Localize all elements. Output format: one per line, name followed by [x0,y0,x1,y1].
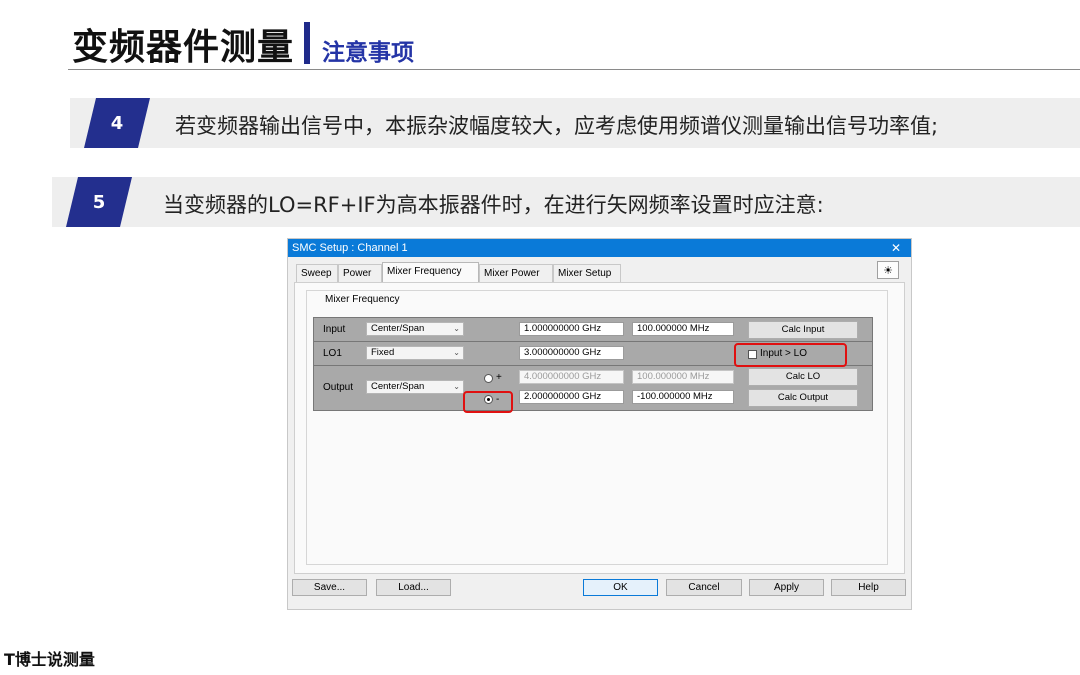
output-label: Output [323,382,354,393]
ok-button[interactable]: OK [583,579,658,596]
output-plus-radio[interactable] [484,374,493,383]
output-plus-center-field: 4.000000000 GHz [519,370,624,384]
lo1-freq-field[interactable]: 3.000000000 GHz [519,346,624,360]
chevron-down-icon: ⌄ [453,324,460,333]
group-label: Mixer Frequency [323,294,402,305]
tab-sweep[interactable]: Sweep [296,264,338,282]
watermark: T博士说测量 [4,650,95,669]
tab-mixer-power[interactable]: Mixer Power [479,264,553,282]
highlight-input-gt-lo [734,343,847,367]
slide-title: 变频器件测量 [72,27,295,68]
input-label: Input [323,324,346,335]
chevron-down-icon: ⌄ [453,382,460,391]
input-mode-select[interactable]: Center/Span ⌄ [366,322,464,336]
input-center-field[interactable]: 1.000000000 GHz [519,322,624,336]
calc-lo-button[interactable]: Calc LO [748,368,858,386]
title-underline [68,69,1080,70]
input-span-field[interactable]: 100.000000 MHz [632,322,734,336]
tab-mixer-setup[interactable]: Mixer Setup [553,264,621,282]
output-plus-label: + [496,372,502,383]
output-minus-center-field[interactable]: 2.000000000 GHz [519,390,624,404]
help-button[interactable]: Help [831,579,906,596]
output-mode-value: Center/Span [371,381,425,392]
highlight-minus-radio [463,391,513,413]
lo1-mode-select[interactable]: Fixed ⌄ [366,346,464,360]
title-divider [304,22,310,64]
load-button[interactable]: Load... [376,579,451,596]
row-divider [314,341,872,342]
note-text: 若变频器输出信号中，本振杂波幅度较大，应考虑使用频谱仪测量输出信号功率值; [175,114,939,138]
lo1-label: LO1 [323,348,342,359]
close-icon[interactable]: ✕ [891,239,901,257]
calc-input-button[interactable]: Calc Input [748,321,858,339]
input-mode-value: Center/Span [371,323,425,334]
cancel-button[interactable]: Cancel [666,579,742,596]
slide-subtitle: 注意事项 [322,40,414,66]
output-minus-span-field[interactable]: -100.000000 MHz [632,390,734,404]
chevron-down-icon: ⌄ [453,348,460,357]
output-mode-select[interactable]: Center/Span ⌄ [366,380,464,394]
save-button[interactable]: Save... [292,579,367,596]
dialog-title: SMC Setup : Channel 1 [292,242,408,254]
sun-icon[interactable]: ☀ [877,261,899,279]
dialog-title-bar: SMC Setup : Channel 1 ✕ [288,239,911,257]
tab-mixer-frequency[interactable]: Mixer Frequency [382,262,479,283]
calc-output-button[interactable]: Calc Output [748,389,858,407]
lo1-mode-value: Fixed [371,347,395,358]
note-text: 当变频器的LO=RF+IF为高本振器件时，在进行矢网频率设置时应注意: [163,193,824,217]
smc-setup-dialog: SMC Setup : Channel 1 ✕ Sweep Power Mixe… [287,238,912,610]
output-plus-span-field: 100.000000 MHz [632,370,734,384]
tab-power[interactable]: Power [338,264,382,282]
apply-button[interactable]: Apply [749,579,824,596]
